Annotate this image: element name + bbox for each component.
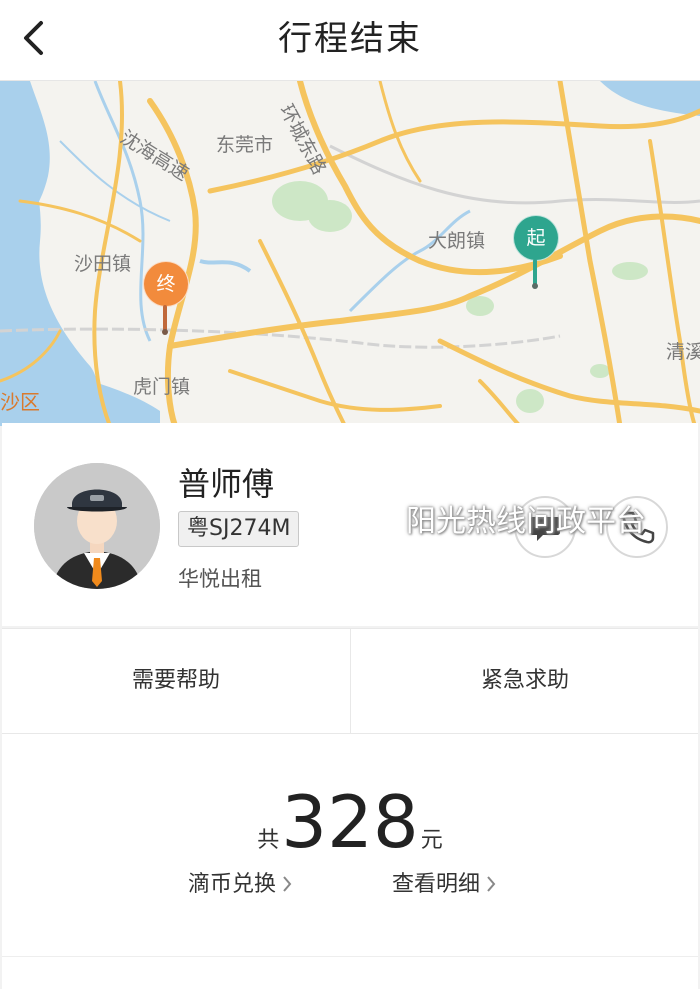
fare-currency: 元: [420, 828, 443, 853]
driver-avatar: [34, 463, 160, 589]
end-pin-head: 终: [143, 261, 189, 307]
driver-avatar-icon: [34, 463, 160, 589]
taxi-company: 华悦出租: [178, 567, 262, 591]
top-bar: 行程结束: [0, 0, 700, 81]
map-label-dongguan: 东莞市: [216, 134, 274, 156]
fare-prefix: 共: [257, 828, 280, 853]
driver-name: 普师傅: [178, 465, 275, 503]
chevron-right-icon: [487, 876, 496, 892]
chevron-right-icon: [283, 876, 292, 892]
page-title: 行程结束: [278, 19, 422, 59]
map-label-dalang: 大朗镇: [428, 230, 486, 252]
fare-card: 共328元 滴币兑换 查看明细: [2, 734, 698, 989]
map-label-shatian: 沙田镇: [74, 253, 132, 275]
map-label-humen: 虎门镇: [133, 376, 191, 398]
fare-amount: 328: [281, 780, 419, 864]
end-pin[interactable]: 终: [143, 261, 189, 337]
map-label-shaqu: 沙区: [0, 390, 40, 414]
coin-exchange-label: 滴币兑换: [188, 872, 277, 897]
start-pin[interactable]: 起: [513, 215, 559, 291]
need-help-button[interactable]: 需要帮助: [2, 629, 350, 733]
fare-total: 共328元: [2, 782, 698, 862]
fare-divider: [2, 956, 698, 957]
license-plate: 粤SJ274M: [178, 511, 300, 547]
route-map[interactable]: 东莞市 沈海高速 环城东路 大朗镇 沙田镇 虎门镇 清溪 沙区 起 终: [0, 81, 700, 426]
watermark: 阳光热线问政平台: [406, 504, 646, 539]
start-pin-head: 起: [513, 215, 559, 261]
end-pin-foot: [162, 329, 168, 335]
emergency-button[interactable]: 紧急求助: [351, 629, 699, 733]
view-details-link[interactable]: 查看明细: [392, 866, 496, 898]
map-label-qingxi: 清溪: [666, 341, 700, 363]
coin-exchange-link[interactable]: 滴币兑换: [188, 866, 292, 898]
help-options: 需要帮助 紧急求助: [2, 628, 698, 734]
start-pin-foot: [532, 283, 538, 289]
view-details-label: 查看明细: [392, 872, 481, 897]
